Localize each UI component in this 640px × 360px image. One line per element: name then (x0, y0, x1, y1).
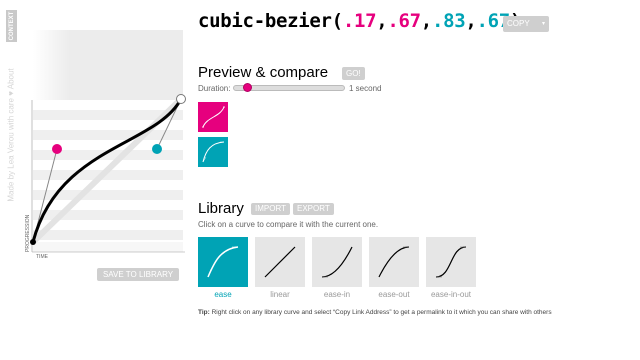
library-label-linear: linear (270, 290, 290, 299)
preview-compare-curve[interactable] (198, 137, 228, 167)
tip-text: Tip: Right click on any library curve an… (198, 309, 552, 316)
copy-button[interactable]: COPY ▾ (503, 16, 549, 32)
duration-label: Duration: (198, 84, 231, 93)
linear-curve-icon (264, 246, 296, 278)
library-label-ease-in-out: ease-in-out (430, 290, 472, 299)
export-button[interactable]: EXPORT (293, 203, 334, 215)
library-label-ease: ease (214, 290, 232, 299)
ease-in-out-curve-icon (435, 246, 467, 278)
progression-axis-label: PROGRESSION (25, 214, 31, 252)
preview-heading: Preview & compare (198, 64, 329, 81)
library-label-ease-out: ease-out (378, 290, 410, 299)
end-point (176, 94, 186, 104)
ease-curve-icon (207, 246, 239, 278)
library-item-ease-in[interactable] (312, 237, 362, 287)
ease-in-curve-icon (321, 246, 353, 278)
control-point-2-handle[interactable] (152, 144, 162, 154)
curve-icon (202, 106, 225, 128)
library-item-ease[interactable] (198, 237, 248, 287)
p2x-value: .83 (431, 10, 466, 32)
p1y-value: .67 (387, 10, 421, 32)
duration-slider-knob[interactable] (243, 83, 252, 92)
library-item-ease-in-out[interactable] (426, 237, 476, 287)
cubic-bezier-code[interactable]: cubic-bezier(.17,.67,.83,.67) (198, 10, 521, 32)
curve-icon (202, 141, 225, 163)
preview-current-curve[interactable] (198, 102, 228, 132)
duration-value: 1 second (349, 84, 382, 93)
save-to-library-button[interactable]: SAVE TO LIBRARY (97, 268, 179, 281)
chevron-down-icon: ▾ (541, 21, 545, 27)
p1x-value: .17 (342, 10, 377, 32)
go-button[interactable]: GO! (342, 67, 365, 80)
library-label-ease-in: ease-in (323, 290, 351, 299)
library-item-linear[interactable] (255, 237, 305, 287)
import-button[interactable]: IMPORT (251, 203, 290, 215)
time-axis-label: TIME (36, 254, 48, 260)
library-hint: Click on a curve to compare it with the … (198, 220, 379, 229)
library-heading: Library (198, 200, 244, 217)
control-point-1-handle[interactable] (52, 144, 62, 154)
library-item-ease-out[interactable] (369, 237, 419, 287)
ease-out-curve-icon (378, 246, 410, 278)
